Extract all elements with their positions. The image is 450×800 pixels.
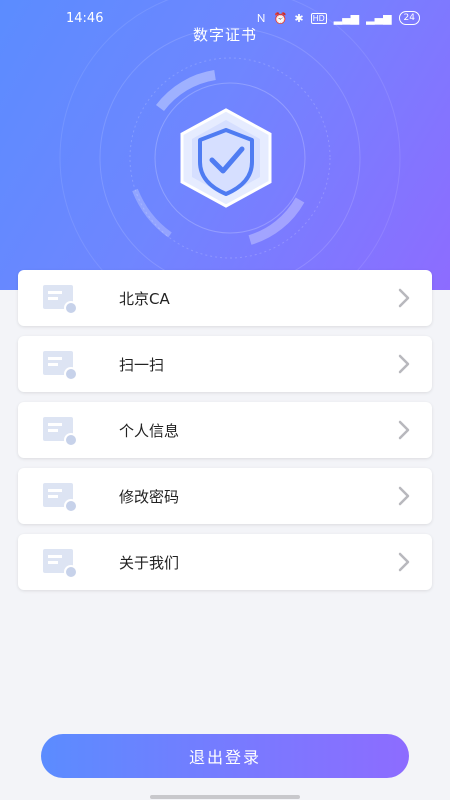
- certificate-icon: [43, 285, 78, 315]
- chevron-right-icon: [398, 354, 410, 374]
- menu-item-label: 关于我们: [119, 553, 180, 572]
- menu-item-change-password[interactable]: 修改密码: [18, 468, 432, 524]
- alarm-icon: ⏰: [273, 11, 288, 25]
- certificate-icon: [43, 483, 78, 513]
- certificate-icon: [43, 549, 78, 579]
- menu-item-label: 扫一扫: [119, 355, 165, 374]
- header-banner: 14:46 Ｎ ⏰ ✱ HD ▂▄▆ ▂▄▆ 24 数字证书: [0, 0, 450, 290]
- menu-item-scan[interactable]: 扫一扫: [18, 336, 432, 392]
- menu-item-personal-info[interactable]: 个人信息: [18, 402, 432, 458]
- signal-icon: ▂▄▆: [333, 11, 360, 25]
- home-indicator[interactable]: [150, 795, 300, 799]
- logout-button[interactable]: 退出登录: [41, 734, 409, 778]
- menu-item-label: 修改密码: [119, 487, 180, 506]
- menu-list: 北京CA 扫一扫 个人信息 修改密码 关于我们: [18, 270, 432, 600]
- bluetooth-icon: ✱: [294, 11, 304, 25]
- menu-item-about-us[interactable]: 关于我们: [18, 534, 432, 590]
- certificate-icon: [43, 351, 78, 381]
- shield-check-icon: [180, 108, 272, 208]
- chevron-right-icon: [398, 552, 410, 572]
- chevron-right-icon: [398, 420, 410, 440]
- menu-item-label: 个人信息: [119, 421, 180, 440]
- signal-icon: ▂▄▆: [366, 11, 392, 25]
- menu-item-beijing-ca[interactable]: 北京CA: [18, 270, 432, 326]
- menu-item-label: 北京CA: [119, 289, 170, 308]
- hd-icon: HD: [310, 12, 327, 24]
- battery-icon: 24: [398, 11, 420, 25]
- certificate-icon: [43, 417, 78, 447]
- page-title: 数字证书: [192, 26, 257, 44]
- chevron-right-icon: [398, 486, 410, 506]
- chevron-right-icon: [398, 288, 410, 308]
